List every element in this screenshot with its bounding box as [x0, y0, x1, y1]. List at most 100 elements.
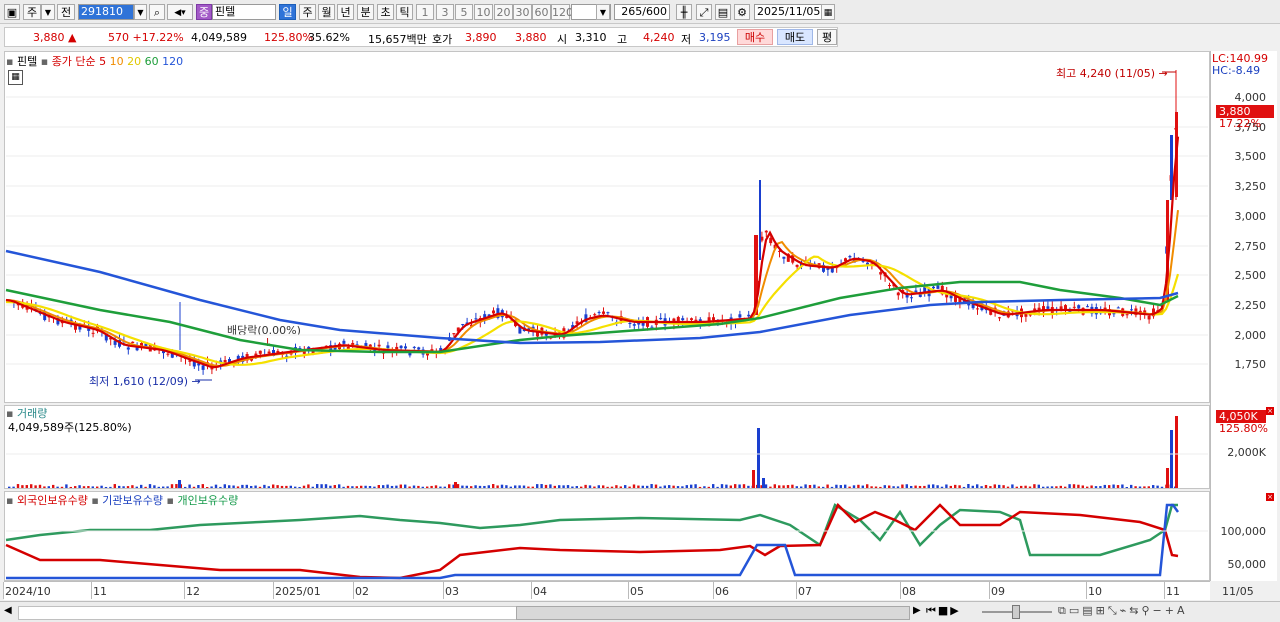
scroll-left-icon[interactable]: ◀ [4, 605, 12, 616]
volume-bar [16, 484, 20, 488]
chart-tools-icons[interactable]: ⧉▭▤⊞⤡⌁⇆⚲−+A [1058, 604, 1188, 618]
volume-bar [210, 486, 213, 488]
volume-bar [624, 485, 627, 488]
scrollbar-thumb[interactable] [516, 606, 910, 620]
candle-body [628, 322, 632, 324]
volume-bar [1121, 484, 1124, 488]
volume-bar [681, 486, 684, 488]
volume-bar [971, 485, 974, 488]
volume-bar [1050, 486, 1054, 488]
candle-body [632, 324, 636, 326]
volume-bar [676, 486, 680, 488]
volume-bar [896, 486, 900, 488]
volume-bar [368, 486, 372, 488]
volume-bar [778, 485, 781, 488]
volume-bar [619, 486, 622, 488]
volume-bar [382, 485, 385, 488]
volume-bar [734, 484, 737, 488]
volume-bar [483, 485, 486, 488]
volume-bar [888, 485, 891, 488]
volume-bar [615, 485, 618, 488]
playback-controls[interactable]: ⏮■▶ [926, 604, 961, 618]
volume-bar [364, 485, 367, 488]
volume-bar [531, 486, 534, 488]
volume-bar [791, 484, 794, 488]
volume-bar [703, 486, 706, 488]
candle-body [417, 347, 421, 350]
volume-bar [575, 486, 578, 488]
volume-bar [34, 485, 37, 488]
volume-bar [690, 484, 693, 488]
volume-bar [1175, 416, 1178, 488]
volume-bar [861, 485, 864, 488]
volume-bar [294, 486, 297, 488]
volume-bar [360, 485, 363, 488]
volume-bar [628, 486, 631, 488]
volume-bar [241, 484, 244, 488]
volume-bar [21, 485, 24, 488]
volume-bar [1112, 484, 1115, 488]
volume-bar [949, 485, 952, 488]
candle-body [879, 272, 883, 275]
volume-bar [144, 486, 147, 488]
volume-bar [954, 484, 957, 488]
volume-bar [131, 485, 134, 488]
volume-bar [540, 484, 543, 488]
volume-bar [470, 486, 473, 488]
candle-body [1116, 307, 1120, 309]
volume-bar [813, 484, 816, 488]
candle-body [738, 314, 742, 318]
candle-body [769, 237, 773, 244]
volume-bar [178, 480, 181, 488]
volume-bar [874, 486, 878, 488]
volume-bar [839, 485, 842, 488]
volume-bar [47, 486, 50, 488]
volume-bar [232, 485, 235, 488]
volume-bar [738, 484, 741, 488]
volume-bar [602, 485, 605, 488]
volume-bar [752, 470, 755, 488]
volume-bar [263, 484, 266, 488]
volume-bar [399, 484, 402, 488]
candle-body [1147, 315, 1151, 320]
zoom-slider-handle[interactable] [1012, 605, 1020, 619]
x-axis-tick [531, 582, 532, 599]
volume-bar [1099, 486, 1102, 488]
volume-bar [135, 486, 138, 488]
volume-bar [852, 485, 856, 488]
chart-canvas[interactable] [0, 0, 1280, 621]
volume-bar [610, 486, 614, 488]
x-axis-tick [353, 582, 354, 599]
volume-bar [496, 485, 499, 488]
volume-bar [148, 484, 152, 488]
candle-body [412, 346, 416, 348]
volume-bar [663, 485, 666, 488]
volume-bar [316, 484, 319, 488]
candle-body [342, 340, 346, 344]
volume-bar [835, 484, 838, 488]
volume-bar [456, 484, 460, 488]
candle-body [1125, 314, 1129, 316]
volume-bar [338, 484, 341, 488]
volume-bar [461, 485, 464, 488]
candle-body [932, 286, 935, 289]
x-axis-label: 09 [991, 585, 1005, 598]
volume-bar [302, 485, 306, 488]
volume-bar [439, 486, 442, 488]
volume-bar [584, 484, 587, 488]
x-axis-label: 08 [902, 585, 916, 598]
scroll-right-icon[interactable]: ▶ [913, 605, 921, 616]
volume-bar [795, 486, 798, 488]
volume-bar [12, 486, 15, 488]
volume-bar [641, 485, 644, 488]
volume-bar [549, 484, 552, 488]
volume-bar [395, 485, 398, 488]
volume-bar [685, 485, 688, 488]
candle-body [848, 256, 852, 258]
volume-bar [646, 485, 649, 488]
volume-bar [1170, 430, 1173, 488]
volume-bar [800, 486, 803, 488]
volume-bar [206, 486, 209, 488]
scrollbar-track[interactable] [18, 606, 518, 620]
volume-bar [857, 484, 860, 488]
